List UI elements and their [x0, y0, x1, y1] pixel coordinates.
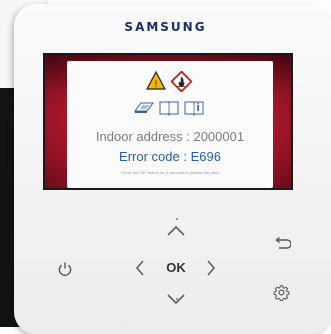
open-book-icon	[159, 101, 179, 116]
alert-dialog: ! Indoor address: 2000001 Error code: …	[67, 61, 273, 188]
svg-text:!: !	[154, 80, 158, 90]
back-button[interactable]	[271, 233, 293, 253]
down-arrow-icon	[167, 294, 185, 305]
brand-logo: SAMSUNG	[124, 20, 207, 34]
manual-icons-row	[67, 99, 273, 117]
back-icon	[275, 236, 291, 249]
settings-button[interactable]	[270, 281, 292, 303]
hazard-icons-row: !	[67, 71, 273, 93]
info-book-icon	[184, 101, 204, 116]
left-button[interactable]	[131, 256, 149, 280]
dismiss-instruction-text: Press the 'OK' button for 3 seconds to d…	[121, 170, 219, 175]
flammable-hazard-icon	[171, 71, 192, 92]
right-button[interactable]	[202, 256, 220, 280]
power-button[interactable]	[54, 258, 76, 280]
up-button[interactable]	[162, 222, 190, 240]
up-arrow-icon	[167, 225, 185, 236]
indoor-address-text: Indoor address : 2000001	[95, 129, 245, 144]
manual-icon	[134, 102, 154, 113]
error-code-text: Error code : E696	[119, 149, 221, 164]
warning-triangle-icon: !	[146, 71, 166, 90]
indicator-dot-top	[176, 218, 178, 220]
display-screen: ! Indoor address: 2000001 Error code: …	[43, 53, 293, 190]
settings-gear-icon	[273, 284, 289, 301]
right-arrow-icon	[207, 260, 216, 276]
ok-button[interactable]: OK	[163, 260, 189, 275]
left-arrow-icon	[135, 260, 144, 276]
down-button[interactable]	[162, 290, 190, 308]
power-icon	[58, 262, 72, 276]
